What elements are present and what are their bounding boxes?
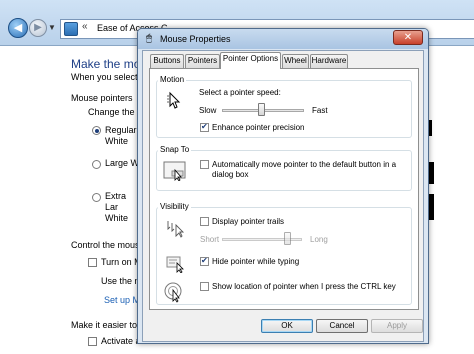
tab-buttons[interactable]: Buttons [150,54,184,68]
change-color-label: Change the c [88,107,142,117]
pointer-options-panel: Motion Select a pointer speed: Slow Fast… [149,68,419,310]
snap-to-group [156,150,412,191]
scheme-regular-radio[interactable] [92,126,101,135]
scheme-large-radio[interactable] [92,160,101,169]
pointer-trails-checkbox[interactable] [200,217,209,226]
trail-short-label: Short [200,235,220,244]
mouse-icon: 🖱 [146,33,152,44]
tab-wheel[interactable]: Wheel [282,54,309,68]
scheme-extra-large-radio[interactable] [92,193,101,202]
speed-slow-label: Slow [199,106,217,115]
activate-window-checkbox[interactable] [88,337,97,346]
show-location-checkbox[interactable] [200,282,209,291]
mouse-pointers-heading: Mouse pointers [71,93,133,103]
cancel-button[interactable]: Cancel [316,319,368,333]
turn-on-mouse-keys-checkbox[interactable] [88,258,97,267]
show-location-label: Show location of pointer when I press th… [212,282,396,291]
trail-length-thumb[interactable] [283,232,291,245]
scheme-extra-large-label: Extra Lar White [105,191,129,223]
scheme-regular-label: Regular White [105,125,137,146]
setup-mouse-keys-link[interactable]: Set up M [104,295,140,305]
tab-pointers[interactable]: Pointers [185,54,220,68]
activate-window-label: Activate a [101,336,141,346]
speed-slider-thumb[interactable] [258,103,265,116]
snap-to-default-label-line2: dialog box [212,170,249,179]
tab-hardware[interactable]: Hardware [310,54,348,68]
control-panel-icon [64,22,78,36]
hide-while-typing-checkbox[interactable] [200,256,209,266]
ok-button[interactable]: OK [261,319,313,333]
tab-pointer-options[interactable]: Pointer Options [220,52,281,69]
address-separator: « [82,21,88,32]
back-arrow-icon[interactable]: ◀ [8,18,28,38]
snap-to-default-label-line1: Automatically move pointer to the defaul… [212,160,397,169]
control-mouse-heading: Control the mouse [71,240,145,250]
motion-heading: Motion [158,75,187,84]
forward-arrow-icon[interactable]: ▶ [29,19,47,37]
recent-pages-chevron-icon[interactable]: ▼ [48,23,58,33]
speed-fast-label: Fast [312,106,328,115]
enhance-precision-checkbox[interactable] [200,122,209,132]
snap-to-heading: Snap To [158,145,192,154]
dialog-title-bar[interactable]: 🖱 Mouse Properties ✕ [138,29,428,49]
snap-to-default-checkbox[interactable] [200,160,209,169]
dialog-body: Buttons Pointers Pointer Options Wheel H… [142,50,424,342]
make-easier-heading: Make it easier to s [71,320,145,330]
trail-long-label: Long [310,235,328,244]
pointer-motion-icon [166,91,186,115]
snap-to-icon [163,161,187,185]
close-icon[interactable]: ✕ [393,30,423,45]
turn-on-mouse-keys-label: Turn on M [101,257,142,267]
dialog-title: Mouse Properties [160,34,231,44]
mouse-properties-dialog: 🖱 Mouse Properties ✕ Buttons Pointers Po… [137,28,429,344]
hide-pointer-icon [166,255,186,277]
pointer-trails-label: Display pointer trails [212,217,285,226]
enhance-precision-label: Enhance pointer precision [212,123,305,132]
pointer-speed-label: Select a pointer speed: [199,88,281,97]
apply-button[interactable]: Apply [371,319,423,333]
hide-while-typing-label: Hide pointer while typing [212,257,300,266]
locate-pointer-icon [164,281,186,307]
pointer-trails-icon [166,219,188,243]
visibility-heading: Visibility [158,202,191,211]
